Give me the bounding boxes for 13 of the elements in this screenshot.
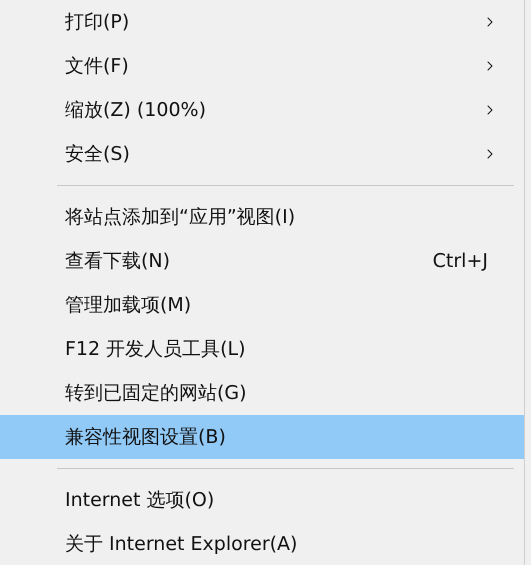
menu-item[interactable]: 打印(P) [0, 0, 524, 44]
menu-item[interactable]: 查看下载(N) Ctrl+J [0, 239, 524, 283]
menu-item[interactable]: Internet 选项(O) [0, 478, 524, 522]
menu-item[interactable]: F12 开发人员工具(L) [0, 327, 524, 371]
menu-item[interactable]: 管理加载项(M) [0, 283, 524, 327]
menu-item[interactable]: 将站点添加到“应用”视图(I) [0, 195, 524, 239]
menu-item[interactable]: 转到已固定的网站(G) [0, 371, 524, 415]
menu-item[interactable]: 缩放(Z) (100%) [0, 88, 524, 132]
menu-item[interactable]: 安全(S) [0, 132, 524, 176]
menu-item[interactable]: 文件(F) [0, 44, 524, 88]
shortcut-label: Ctrl+J [432, 248, 488, 274]
menu-item[interactable]: 关于 Internet Explorer(A) [0, 522, 524, 565]
menu-item[interactable]: 兼容性视图设置(B) [0, 415, 524, 459]
